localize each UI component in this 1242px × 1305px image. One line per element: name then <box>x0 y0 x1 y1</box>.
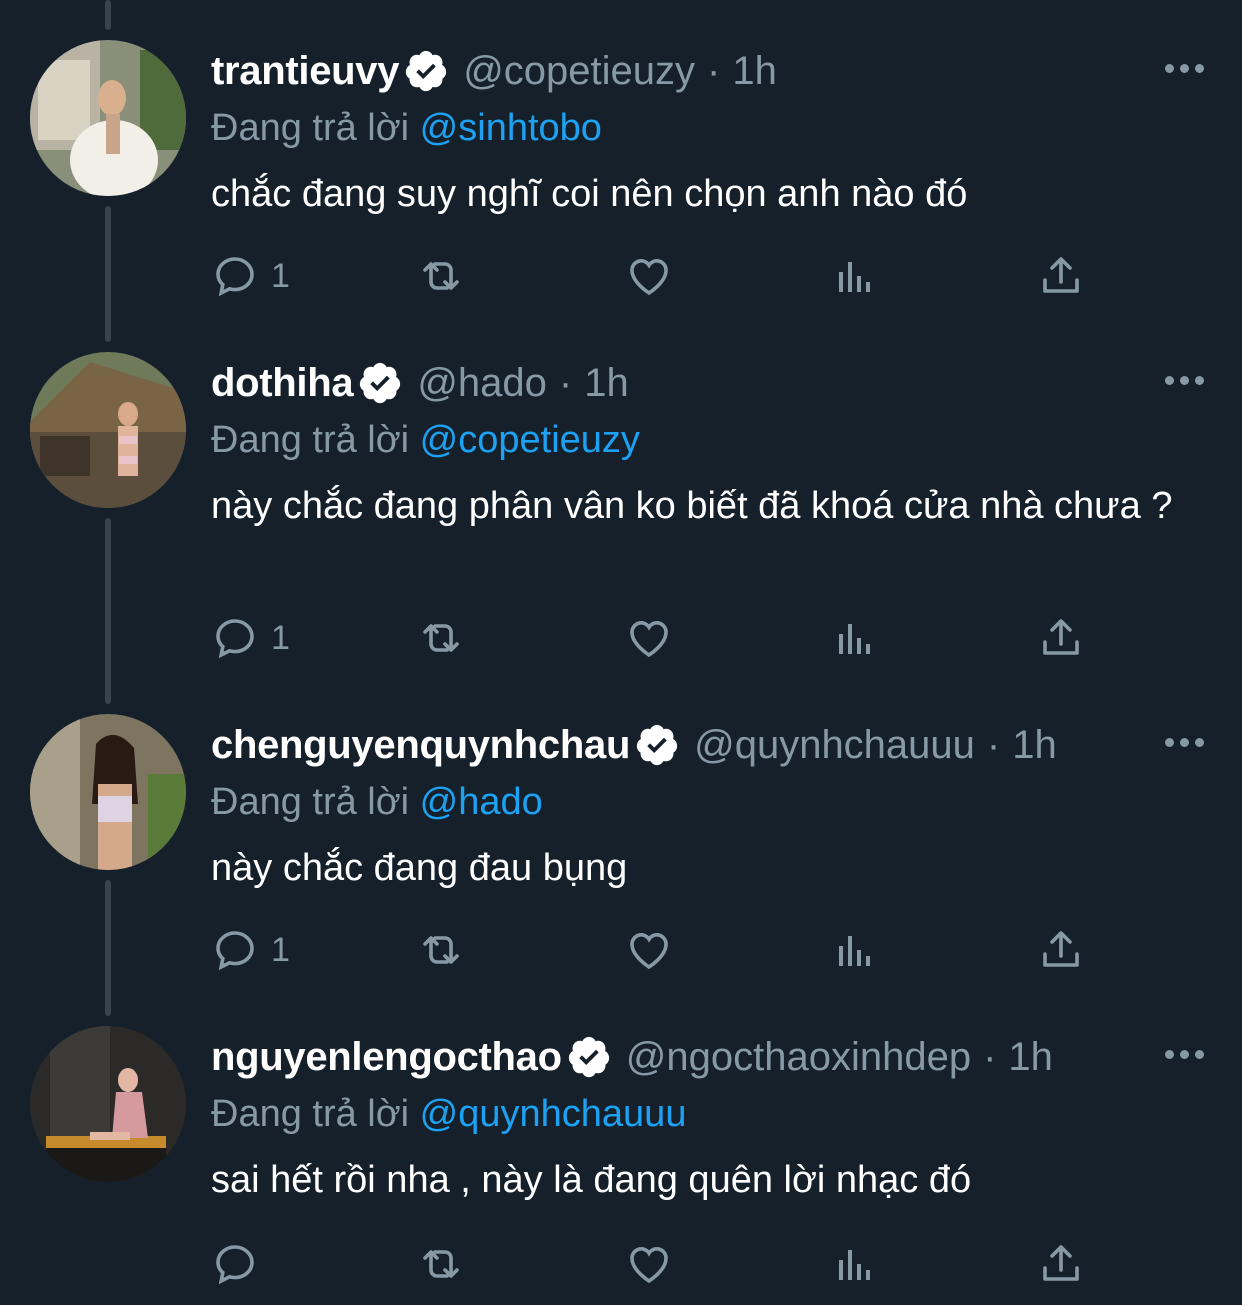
retweet-icon <box>423 262 459 290</box>
more-icon[interactable] <box>1154 360 1214 400</box>
reply-icon <box>216 257 254 297</box>
tweet-text: chắc đang suy nghĩ coi nên chọn anh nào … <box>211 173 968 215</box>
thread-line <box>105 0 111 30</box>
avatar[interactable] <box>30 40 186 196</box>
avatar-photo <box>30 1026 186 1182</box>
avatar[interactable] <box>30 1026 186 1182</box>
thread-line <box>105 518 111 704</box>
display-name[interactable]: nguyenlengocthao <box>211 1035 562 1080</box>
replying-label: Đang trả lời <box>211 781 410 823</box>
reply-icon <box>216 931 254 971</box>
timestamp[interactable]: 1h <box>732 49 777 94</box>
reply-button[interactable]: 1 <box>211 920 290 980</box>
replying-to: Đang trả lời @hado <box>211 776 1206 828</box>
verified-badge-icon <box>360 362 401 404</box>
reply-icon <box>216 1245 254 1285</box>
reply-button[interactable]: 1 <box>211 246 290 306</box>
display-name[interactable]: trantieuvy <box>211 49 399 94</box>
avatar-photo <box>30 40 186 196</box>
analytics-icon <box>839 624 870 654</box>
tweet-actions: 1 <box>211 920 1091 980</box>
tweet-text: này chắc đang đau bụng <box>211 847 628 889</box>
analytics-icon <box>839 1250 870 1280</box>
analytics-button[interactable] <box>831 246 879 306</box>
share-button[interactable] <box>1037 920 1085 980</box>
reply-count: 1 <box>271 618 290 657</box>
replying-label: Đang trả lời <box>211 1093 410 1135</box>
replying-to: Đang trả lời @sinhtobo <box>211 102 1206 154</box>
analytics-button[interactable] <box>831 608 879 668</box>
share-button[interactable] <box>1037 608 1085 668</box>
heart-icon <box>630 621 668 658</box>
like-button[interactable] <box>625 246 673 306</box>
analytics-button[interactable] <box>831 1234 879 1294</box>
share-icon <box>1043 931 1079 967</box>
like-button[interactable] <box>625 1234 673 1294</box>
more-icon[interactable] <box>1154 48 1214 88</box>
analytics-icon <box>839 262 870 292</box>
tweet-actions: 1 <box>211 608 1091 668</box>
reply-button[interactable] <box>211 1234 271 1294</box>
like-button[interactable] <box>625 920 673 980</box>
replying-label: Đang trả lời <box>211 107 410 149</box>
verified-badge-icon <box>568 1036 609 1078</box>
share-icon <box>1043 619 1079 655</box>
like-button[interactable] <box>625 608 673 668</box>
handle[interactable]: @quynhchauuu <box>694 723 975 768</box>
heart-icon <box>630 259 668 296</box>
share-button[interactable] <box>1037 1234 1085 1294</box>
heart-icon <box>630 933 668 970</box>
timestamp[interactable]: 1h <box>1008 1035 1053 1080</box>
handle[interactable]: @ngocthaoxinhdep <box>626 1035 971 1080</box>
analytics-icon <box>839 936 870 966</box>
retweet-button[interactable] <box>417 1234 465 1294</box>
separator: · <box>983 1034 997 1079</box>
separator: · <box>707 48 721 93</box>
verified-badge-icon <box>406 50 447 92</box>
handle[interactable]: @copetieuzy <box>463 49 695 94</box>
avatar-photo <box>30 714 186 870</box>
separator: · <box>558 360 573 405</box>
reply-count: 1 <box>271 256 290 295</box>
mention-link[interactable]: @hado <box>420 781 543 823</box>
retweet-icon <box>423 1250 459 1278</box>
timestamp[interactable]: 1h <box>584 361 629 406</box>
more-icon[interactable] <box>1154 1034 1214 1074</box>
share-icon <box>1043 1245 1079 1281</box>
thread-line <box>105 880 111 1016</box>
retweet-button[interactable] <box>417 920 465 980</box>
retweet-icon <box>423 624 459 652</box>
reply-count: 1 <box>271 930 290 969</box>
tweet-text: này chắc đang phân vân ko biết đã khoá c… <box>211 485 1173 527</box>
replying-label: Đang trả lời <box>211 419 410 461</box>
heart-icon <box>630 1247 668 1284</box>
reply-icon <box>216 619 254 659</box>
display-name[interactable]: dothiha <box>211 361 354 406</box>
tweet-actions: 1 <box>211 246 1091 306</box>
display-name[interactable]: chenguyenquynhchau <box>211 723 630 768</box>
handle[interactable]: @hado <box>417 361 547 406</box>
mention-link[interactable]: @sinhtobo <box>420 107 602 149</box>
timestamp[interactable]: 1h <box>1012 723 1057 768</box>
retweet-icon <box>423 936 459 964</box>
separator: · <box>986 722 1001 767</box>
thread-line <box>105 206 111 342</box>
avatar[interactable] <box>30 352 186 508</box>
tweet-actions <box>211 1234 1091 1294</box>
mention-link[interactable]: @quynhchauuu <box>420 1093 687 1135</box>
mention-link[interactable]: @copetieuzy <box>420 419 640 461</box>
retweet-button[interactable] <box>417 608 465 668</box>
avatar-photo <box>30 352 186 508</box>
reply-button[interactable]: 1 <box>211 608 290 668</box>
analytics-button[interactable] <box>831 920 879 980</box>
share-icon <box>1043 257 1079 293</box>
replying-to: Đang trả lời @quynhchauuu <box>211 1088 1206 1140</box>
retweet-button[interactable] <box>417 246 465 306</box>
verified-badge-icon <box>636 724 678 766</box>
more-icon[interactable] <box>1154 722 1214 762</box>
replying-to: Đang trả lời @copetieuzy <box>211 414 1206 466</box>
avatar[interactable] <box>30 714 186 870</box>
share-button[interactable] <box>1037 246 1085 306</box>
tweet-text: sai hết rồi nha , này là đang quên lời n… <box>211 1159 972 1201</box>
